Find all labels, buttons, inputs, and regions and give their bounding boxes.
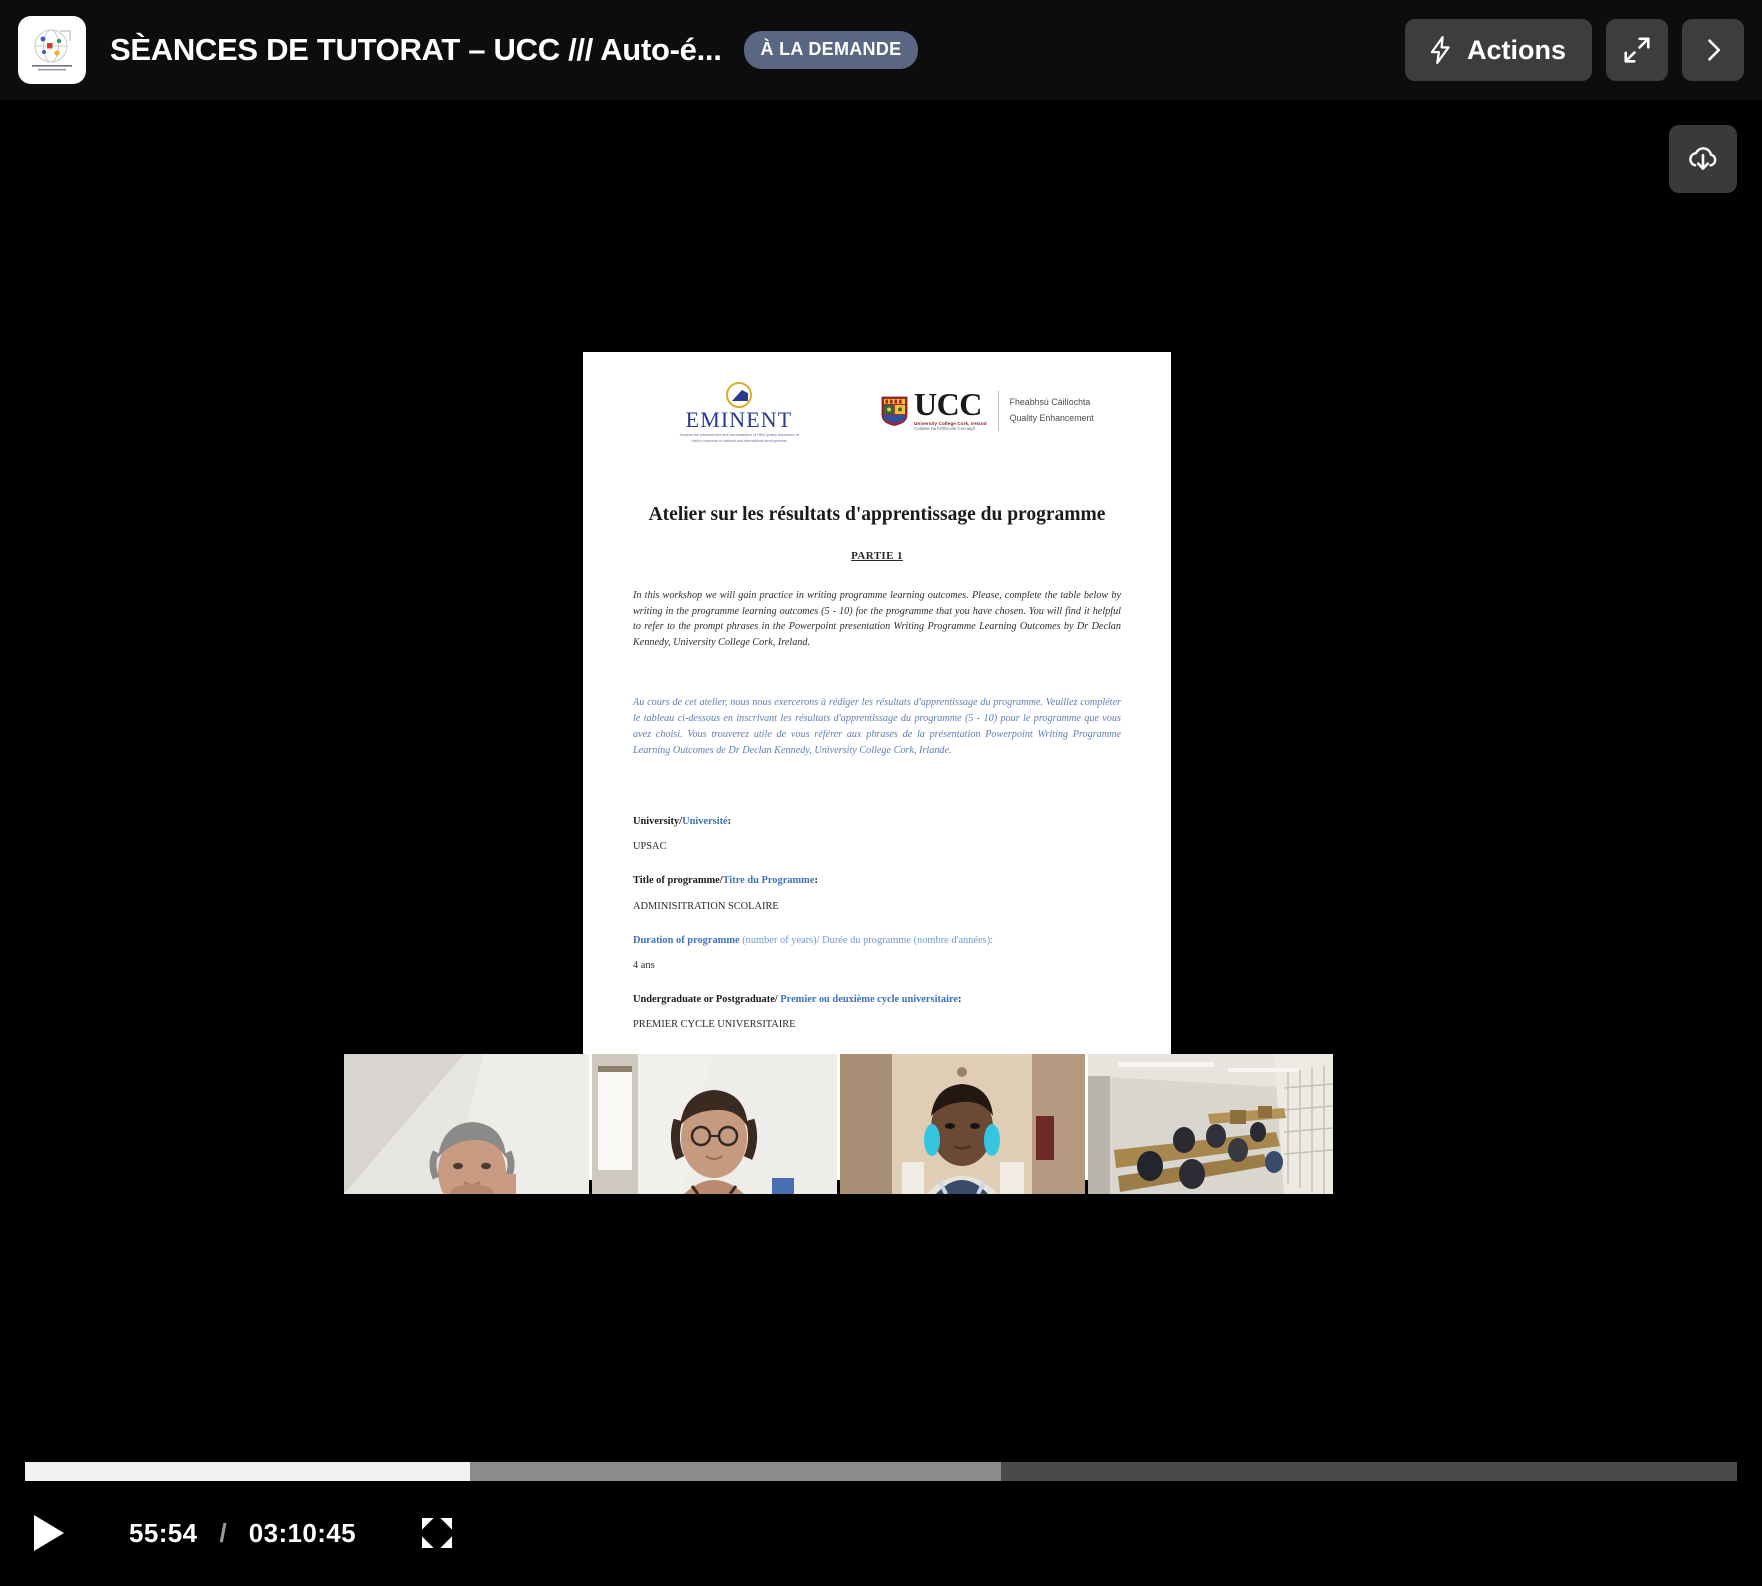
play-button[interactable] [25, 1515, 73, 1551]
chevron-right-icon [1708, 39, 1721, 61]
field-label-programme-title: Title of programme/Titre du Programme: [633, 873, 1121, 888]
eminent-subtitle: Towards the enhancement and harmonisatio… [679, 433, 799, 443]
participant-tile-4[interactable] [1088, 1054, 1333, 1194]
expand-diagonal-icon [1624, 37, 1650, 63]
fullscreen-button[interactable] [416, 1512, 458, 1554]
video-stage: EMINENT Towards the enhancement and harm… [0, 100, 1762, 1438]
field-label-en: University/ [633, 816, 683, 828]
field-label-en: Undergraduate or Postgraduate/ [633, 993, 778, 1005]
field-label-fr: (number of years)/ Durée du programme (n… [742, 934, 994, 946]
field-label-fr: Premier ou deuxième cycle universitaire [780, 993, 959, 1005]
field-label-cycle: Undergraduate or Postgraduate/ Premier o… [633, 992, 1121, 1007]
video-player-page: SÈANCES DE TUTORAT – UCC /// Auto-é... À… [0, 0, 1762, 1586]
participant-4-video [1088, 1054, 1333, 1194]
controls-row: 55:54 / 03:10:45 [25, 1505, 458, 1561]
total-time: 03:10:45 [248, 1517, 357, 1548]
ucc-logo: UCC University College Cork, Ireland Col… [881, 382, 1094, 431]
field-label-fr: Université [682, 816, 728, 828]
document-section: PARTIE 1 [851, 549, 903, 562]
field-label-en: Title of programme/ [633, 875, 723, 887]
ucc-tagline-ga: Coláiste na hOllscoile Corcaigh [914, 426, 976, 432]
paragraph-english: In this workshop we will gain practice i… [633, 589, 1121, 649]
play-icon [34, 1515, 64, 1551]
field-value-duration: 4 ans [633, 959, 655, 971]
current-time: 55:54 [129, 1517, 198, 1548]
document-logos: EMINENT Towards the enhancement and harm… [619, 382, 1135, 444]
participant-tile-3[interactable] [840, 1054, 1085, 1194]
time-separator: / [219, 1517, 227, 1548]
next-button[interactable] [1682, 19, 1744, 81]
field-label-university: University/Université: [633, 814, 1121, 829]
field-label-fr: Titre du Programme [722, 875, 815, 887]
video-title: SÈANCES DE TUTORAT – UCC /// Auto-é... [110, 32, 722, 67]
participant-tile-1[interactable] [344, 1054, 589, 1194]
paragraph-french: Au cours de cet atelier, nous nous exerc… [633, 697, 1121, 756]
field-label-suffix: : [727, 816, 732, 828]
brand-logo [18, 16, 86, 84]
progress-bar[interactable] [25, 1462, 1737, 1481]
field-value-university: UPSAC [633, 841, 667, 853]
field-label-duration: Duration of programme (number of years)/… [633, 933, 1121, 948]
ucc-letters: UCC [914, 386, 982, 422]
participant-thumbnails [344, 1054, 1333, 1194]
ucc-text: UCC University College Cork, Ireland Col… [914, 386, 987, 432]
lightning-bolt-icon [1430, 36, 1450, 64]
progress-played [25, 1462, 471, 1481]
ucc-quality-en: Quality Enhancement [1009, 412, 1094, 423]
download-button[interactable] [1669, 125, 1737, 193]
actions-button[interactable]: Actions [1404, 19, 1592, 81]
eminent-logo: EMINENT Towards the enhancement and harm… [675, 382, 803, 444]
field-label-en: Duration of programme [633, 934, 740, 946]
participant-tile-2[interactable] [592, 1054, 837, 1194]
document-title: Atelier sur les résultats d'apprentissag… [648, 504, 1106, 526]
participant-2-video [592, 1054, 837, 1194]
player-controls: 55:54 / 03:10:45 [0, 1438, 1762, 1586]
field-label-suffix: : [958, 993, 962, 1005]
ucc-crest-icon [881, 396, 908, 426]
field-value-cycle: PREMIER CYCLE UNIVERSITAIRE [633, 1018, 796, 1030]
ipmo-logo-icon [32, 29, 72, 71]
ucc-quality-block: Fheabhsú Cáilíochta Quality Enhancement [1010, 395, 1094, 426]
participant-3-video [840, 1054, 1085, 1194]
fullscreen-icon [422, 1518, 453, 1548]
player-header: SÈANCES DE TUTORAT – UCC /// Auto-é... À… [0, 0, 1762, 100]
field-label-suffix: : [814, 875, 818, 887]
status-badge: À LA DEMANDE [743, 31, 919, 69]
cloud-download-icon [1689, 147, 1717, 170]
ucc-quality-ga: Fheabhsú Cáilíochta [1009, 397, 1091, 408]
ucc-divider [997, 390, 999, 431]
eminent-wordmark: EMINENT [685, 407, 793, 432]
participant-1-video [344, 1054, 589, 1194]
field-value-programme-title: ADMINISITRATION SCOLAIRE [633, 900, 779, 912]
expand-button[interactable] [1606, 19, 1668, 81]
eminent-mark-icon [726, 382, 752, 408]
document-fields: University/Université: UPSAC Title of pr… [619, 814, 1135, 1029]
actions-label: Actions [1466, 34, 1566, 65]
